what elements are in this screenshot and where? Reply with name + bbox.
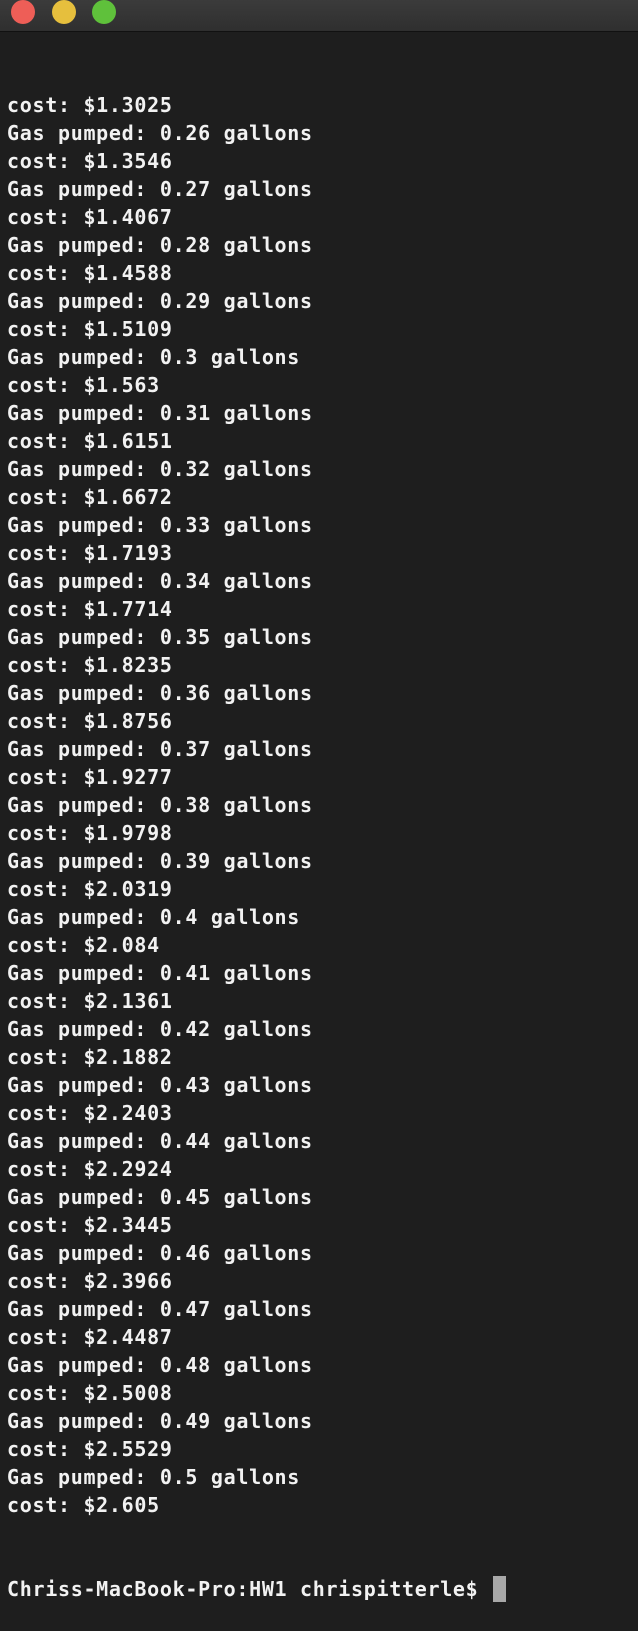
terminal-line: Gas pumped: 0.44 gallons [7, 1129, 313, 1153]
terminal-line: Gas pumped: 0.41 gallons [7, 961, 313, 985]
terminal-line: Gas pumped: 0.32 gallons [7, 457, 313, 481]
terminal-line: Gas pumped: 0.27 gallons [7, 177, 313, 201]
terminal-line: Gas pumped: 0.36 gallons [7, 681, 313, 705]
terminal-line: cost: $2.5529 [7, 1437, 173, 1461]
shell-prompt: Chriss-MacBook-Pro:HW1 chrispitterle$ [7, 1577, 492, 1601]
terminal-line: Gas pumped: 0.33 gallons [7, 513, 313, 537]
zoom-button[interactable] [92, 0, 116, 24]
terminal-line: Gas pumped: 0.28 gallons [7, 233, 313, 257]
terminal-line: Gas pumped: 0.29 gallons [7, 289, 313, 313]
terminal-line: cost: $2.5008 [7, 1381, 173, 1405]
terminal-line: Gas pumped: 0.3 gallons [7, 345, 301, 369]
terminal-line: Gas pumped: 0.45 gallons [7, 1185, 313, 1209]
terminal-output[interactable]: cost: $1.3025 Gas pumped: 0.26 gallons cos… [7, 35, 631, 1602]
terminal-line: Gas pumped: 0.35 gallons [7, 625, 313, 649]
text-cursor [493, 1576, 507, 1602]
terminal-line: Gas pumped: 0.48 gallons [7, 1353, 313, 1377]
terminal-line: cost: $2.4487 [7, 1325, 173, 1349]
terminal-line: cost: $1.3546 [7, 149, 173, 173]
terminal-lines: cost: $1.3025 Gas pumped: 0.26 gallons cos… [7, 91, 631, 1519]
terminal-line: Gas pumped: 0.4 gallons [7, 905, 301, 929]
terminal-line: cost: $2.2924 [7, 1157, 173, 1181]
terminal-line: cost: $1.4067 [7, 205, 173, 229]
terminal-line: cost: $2.1361 [7, 989, 173, 1013]
terminal-line: Gas pumped: 0.43 gallons [7, 1073, 313, 1097]
terminal-line: cost: $2.084 [7, 933, 160, 957]
terminal-line: cost: $1.6672 [7, 485, 173, 509]
terminal-line: Gas pumped: 0.49 gallons [7, 1409, 313, 1433]
terminal-line: cost: $2.2403 [7, 1101, 173, 1125]
terminal-line: Gas pumped: 0.26 gallons [7, 121, 313, 145]
minimize-button[interactable] [52, 0, 76, 24]
window-titlebar[interactable] [0, 0, 638, 32]
terminal-line: cost: $1.7193 [7, 541, 173, 565]
terminal-line: Gas pumped: 0.31 gallons [7, 401, 313, 425]
terminal-line: Gas pumped: 0.39 gallons [7, 849, 313, 873]
terminal-line: cost: $2.3966 [7, 1269, 173, 1293]
terminal-line: cost: $1.6151 [7, 429, 173, 453]
terminal-line: cost: $1.4588 [7, 261, 173, 285]
terminal-line: Gas pumped: 0.47 gallons [7, 1297, 313, 1321]
terminal-line: cost: $1.9277 [7, 765, 173, 789]
terminal-line: cost: $2.3445 [7, 1213, 173, 1237]
terminal-line: Gas pumped: 0.42 gallons [7, 1017, 313, 1041]
terminal-line: Gas pumped: 0.38 gallons [7, 793, 313, 817]
close-button[interactable] [11, 0, 35, 24]
terminal-line: cost: $1.8756 [7, 709, 173, 733]
terminal-line: Gas pumped: 0.46 gallons [7, 1241, 313, 1265]
terminal-line: cost: $1.5109 [7, 317, 173, 341]
terminal-line: cost: $2.605 [7, 1493, 160, 1517]
terminal-line: cost: $1.9798 [7, 821, 173, 845]
terminal-line: cost: $1.8235 [7, 653, 173, 677]
terminal-line: cost: $2.0319 [7, 877, 173, 901]
terminal-line: cost: $1.563 [7, 373, 160, 397]
terminal-line: cost: $1.3025 [7, 93, 173, 117]
terminal-line: cost: $2.1882 [7, 1045, 173, 1069]
terminal-line: Gas pumped: 0.5 gallons [7, 1465, 301, 1489]
terminal-line: Gas pumped: 0.37 gallons [7, 737, 313, 761]
terminal-line: cost: $1.7714 [7, 597, 173, 621]
terminal-prompt-line[interactable]: Chriss-MacBook-Pro:HW1 chrispitterle$ [7, 1575, 631, 1603]
terminal-line: Gas pumped: 0.34 gallons [7, 569, 313, 593]
